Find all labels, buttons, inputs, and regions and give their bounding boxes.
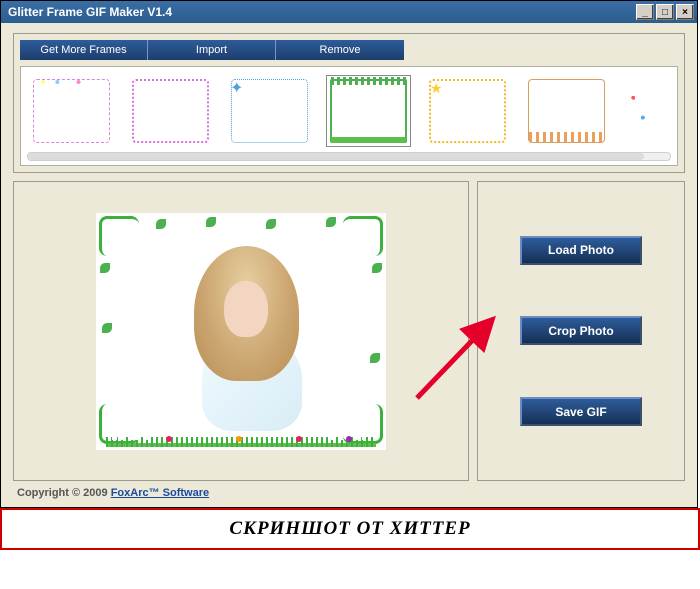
frame-thumb[interactable]	[524, 75, 609, 147]
watermark-text: СКРИНШОТ ОТ ХИТТЕР	[229, 518, 470, 540]
vendor-link[interactable]: FoxArc™ Software	[111, 487, 209, 499]
maximize-button[interactable]: □	[656, 4, 674, 20]
titlebar: Glitter Frame GIF Maker V1.4 _ □ ×	[1, 1, 697, 23]
remove-button[interactable]: Remove	[276, 40, 404, 60]
thumbnail-scrollbar[interactable]	[27, 152, 671, 161]
frame-thumb[interactable]: ★	[425, 75, 510, 147]
actions-panel: Load Photo Crop Photo Save GIF	[477, 181, 685, 481]
get-more-frames-button[interactable]: Get More Frames	[20, 40, 148, 60]
close-button[interactable]: ×	[676, 4, 694, 20]
footer: Copyright © 2009 FoxArc™ Software	[13, 481, 685, 501]
photo-subject	[176, 246, 316, 431]
app-body: Get More Frames Import Remove ✦ ★	[1, 23, 697, 507]
frames-toolbar: Get More Frames Import Remove	[20, 40, 678, 60]
frame-thumb[interactable]: ✦	[227, 75, 312, 147]
frame-thumb[interactable]	[128, 75, 213, 147]
frames-panel: Get More Frames Import Remove ✦ ★	[13, 33, 685, 173]
window-title: Glitter Frame GIF Maker V1.4	[4, 5, 634, 19]
preview-image	[96, 213, 386, 450]
screenshot-watermark-banner: СКРИНШОТ ОТ ХИТТЕР	[0, 508, 700, 550]
copyright-text: Copyright © 2009	[17, 487, 111, 499]
minimize-button[interactable]: _	[636, 4, 654, 20]
load-photo-button[interactable]: Load Photo	[520, 236, 642, 265]
save-gif-button[interactable]: Save GIF	[520, 397, 642, 426]
frame-thumbnail-strip[interactable]: ✦ ★	[20, 66, 678, 166]
frame-thumb-selected[interactable]	[326, 75, 411, 147]
crop-photo-button[interactable]: Crop Photo	[520, 316, 642, 345]
app-window: Glitter Frame GIF Maker V1.4 _ □ × Get M…	[0, 0, 698, 508]
frame-thumb[interactable]	[623, 75, 653, 147]
frame-thumb[interactable]	[29, 75, 114, 147]
import-button[interactable]: Import	[148, 40, 276, 60]
preview-panel	[13, 181, 469, 481]
